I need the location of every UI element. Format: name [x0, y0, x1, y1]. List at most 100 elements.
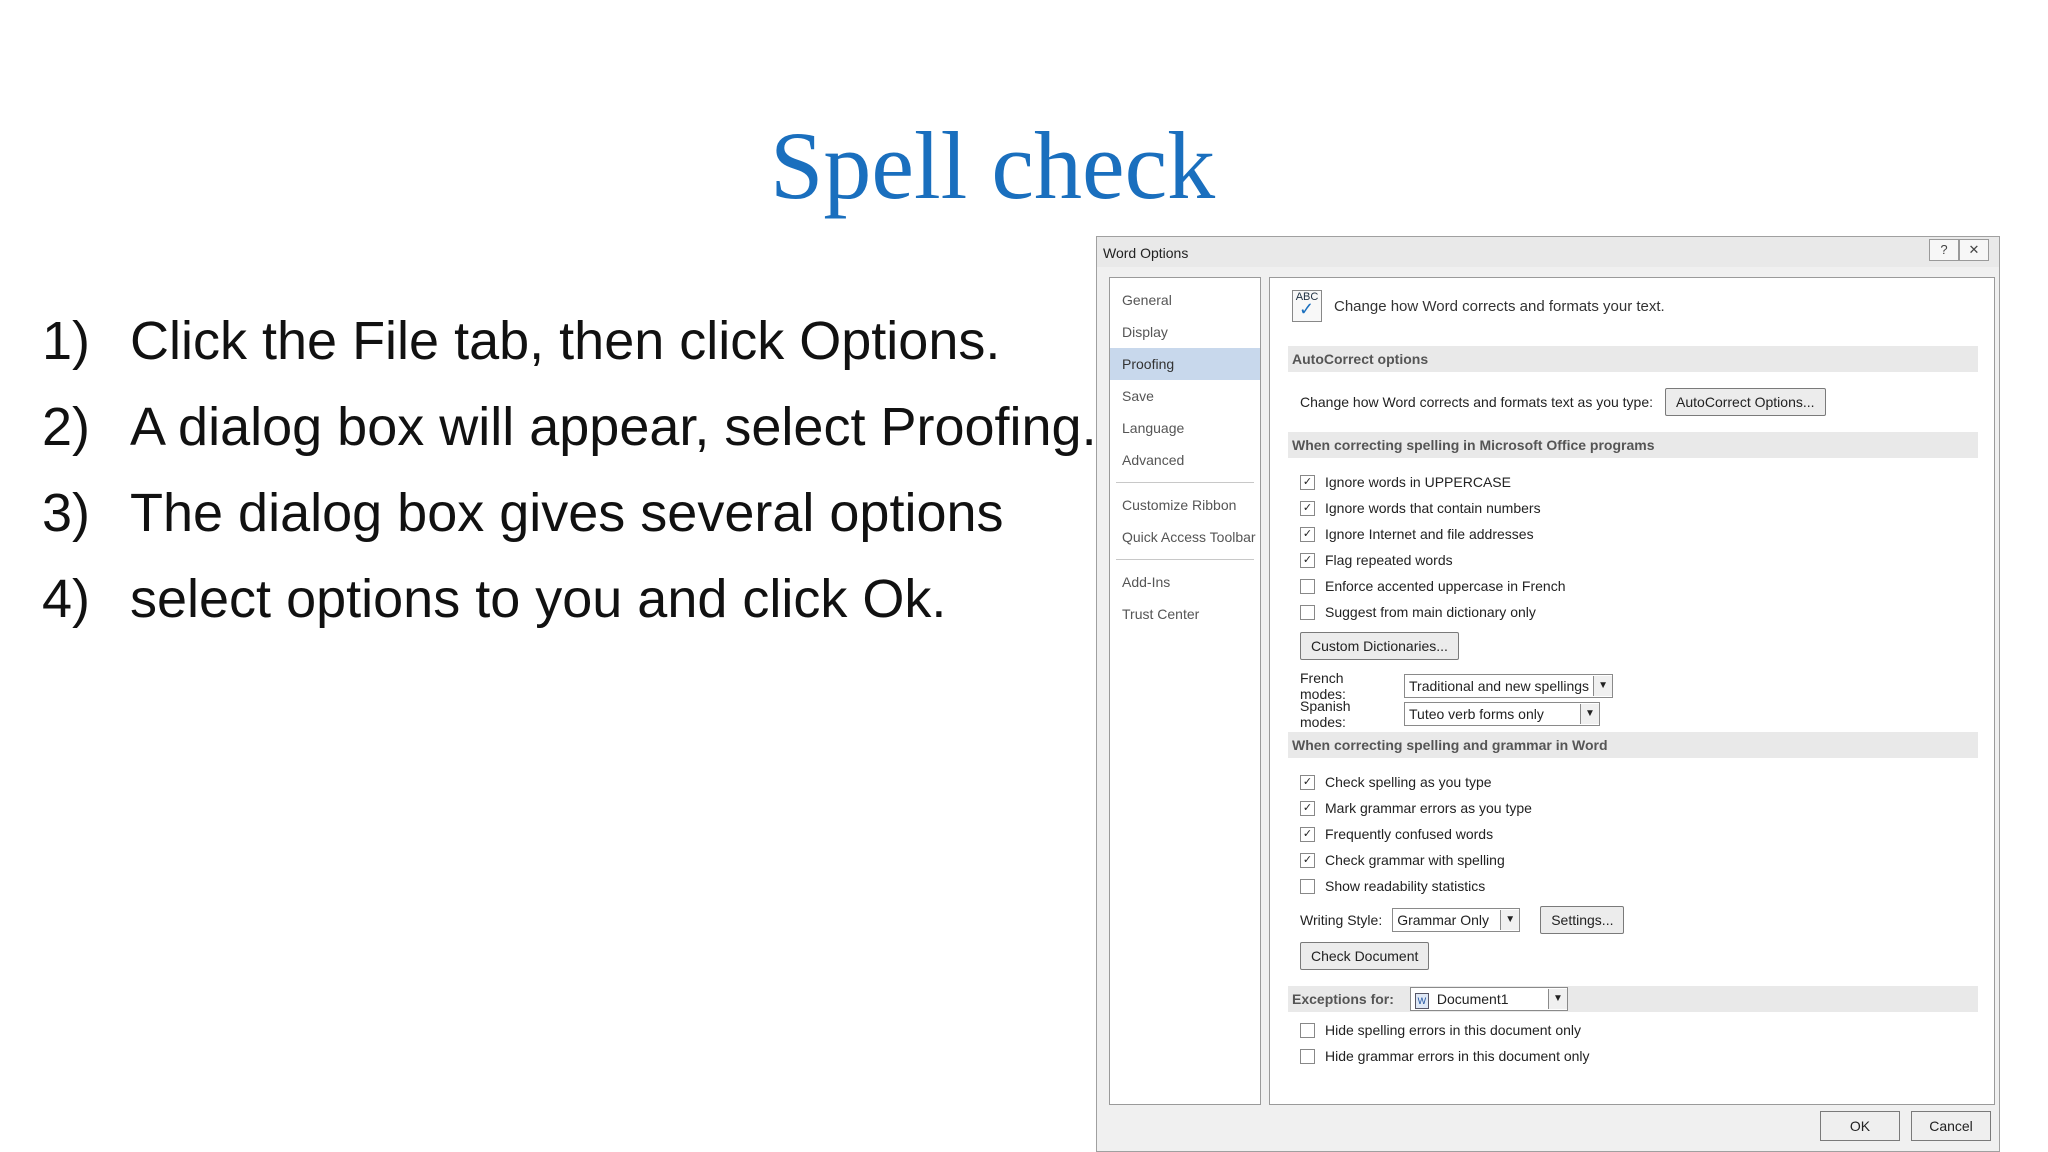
checkbox[interactable]: [1300, 1022, 1315, 1038]
nav-item-add-ins[interactable]: Add-Ins: [1110, 566, 1260, 598]
step-number: 2): [42, 397, 91, 457]
option-label: Hide grammar errors in this document onl…: [1325, 1048, 1590, 1064]
panel-header-text: Change how Word corrects and formats you…: [1334, 297, 1665, 315]
nav-item-customize-ribbon[interactable]: Customize Ribbon: [1110, 489, 1260, 521]
checkbox[interactable]: ✓: [1300, 500, 1315, 516]
option-flag-repeated[interactable]: ✓ Flag repeated words: [1300, 552, 1453, 568]
option-ignore-uppercase[interactable]: ✓ Ignore words in UPPERCASE: [1300, 474, 1511, 490]
chevron-down-icon[interactable]: ▼: [1500, 910, 1520, 930]
exceptions-value: Document1: [1436, 991, 1509, 1007]
step-text: select options to you and click Ok.: [130, 569, 947, 629]
checkbox[interactable]: [1300, 1048, 1315, 1064]
option-confused-words[interactable]: ✓ Frequently confused words: [1300, 826, 1493, 842]
section-exceptions: Exceptions for: W Document1 ▼: [1288, 986, 1978, 1012]
exceptions-label: Exceptions for:: [1292, 991, 1394, 1007]
dialog-titlebar: Word Options ? ✕: [1097, 237, 1999, 267]
word-options-dialog: Word Options ? ✕ General Display Proofin…: [1096, 236, 2000, 1152]
dialog-title: Word Options: [1103, 245, 1189, 261]
option-label: Flag repeated words: [1325, 552, 1453, 568]
option-ignore-numbers[interactable]: ✓ Ignore words that contain numbers: [1300, 500, 1541, 516]
step-number: 1): [42, 311, 91, 371]
checkbox[interactable]: [1300, 604, 1315, 620]
word-document-icon: W: [1414, 993, 1429, 1009]
nav-item-save[interactable]: Save: [1110, 380, 1260, 412]
step-number: 4): [42, 569, 91, 629]
chevron-down-icon[interactable]: ▼: [1580, 704, 1599, 724]
option-mark-grammar[interactable]: ✓ Mark grammar errors as you type: [1300, 800, 1532, 816]
french-modes-value: Traditional and new spellings: [1409, 678, 1590, 694]
option-hide-spelling[interactable]: Hide spelling errors in this document on…: [1300, 1022, 1581, 1038]
checkbox[interactable]: ✓: [1300, 552, 1315, 568]
option-label: Hide spelling errors in this document on…: [1325, 1022, 1582, 1038]
writing-style-select[interactable]: Grammar Only ▼: [1392, 908, 1521, 932]
writing-style-label: Writing Style:: [1300, 912, 1383, 928]
section-word-spelling: When correcting spelling and grammar in …: [1288, 732, 1978, 758]
settings-button[interactable]: Settings...: [1540, 906, 1625, 934]
checkbox[interactable]: ✓: [1300, 474, 1315, 490]
panel-header: ABC ✓ Change how Word corrects and format…: [1292, 290, 1665, 322]
spanish-modes-select[interactable]: Tuteo verb forms only ▼: [1404, 702, 1600, 726]
ok-button[interactable]: OK: [1820, 1111, 1900, 1141]
proofing-panel: ABC ✓ Change how Word corrects and format…: [1269, 277, 1995, 1105]
checkbox[interactable]: ✓: [1300, 526, 1315, 542]
nav-item-quick-access-toolbar[interactable]: Quick Access Toolbar: [1110, 521, 1260, 553]
option-label: Ignore words that contain numbers: [1325, 500, 1541, 516]
option-check-spelling[interactable]: ✓ Check spelling as you type: [1300, 774, 1492, 790]
checkbox[interactable]: [1300, 878, 1315, 894]
spanish-modes-row: Spanish modes: Tuteo verb forms only ▼: [1300, 698, 1600, 730]
nav-item-proofing[interactable]: Proofing: [1110, 348, 1260, 380]
writing-style-value: Grammar Only: [1397, 912, 1490, 928]
custom-dictionaries-row: Custom Dictionaries...: [1300, 632, 1459, 660]
option-label: Mark grammar errors as you type: [1325, 800, 1532, 816]
nav-item-display[interactable]: Display: [1110, 316, 1260, 348]
nav-divider: [1116, 482, 1254, 483]
step-item: 4) select options to you and click Ok.: [42, 556, 1097, 642]
option-check-grammar[interactable]: ✓ Check grammar with spelling: [1300, 852, 1505, 868]
autocorrect-label: Change how Word corrects and formats tex…: [1300, 394, 1654, 410]
checkbox[interactable]: ✓: [1300, 852, 1315, 868]
option-label: Enforce accented uppercase in French: [1325, 578, 1566, 594]
autocorrect-row: Change how Word corrects and formats tex…: [1300, 388, 1826, 416]
spanish-modes-value: Tuteo verb forms only: [1409, 706, 1544, 722]
close-button[interactable]: ✕: [1959, 239, 1989, 261]
chevron-down-icon[interactable]: ▼: [1593, 676, 1613, 696]
nav-item-general[interactable]: General: [1110, 284, 1260, 316]
check-document-button[interactable]: Check Document: [1300, 942, 1430, 970]
autocorrect-options-button[interactable]: AutoCorrect Options...: [1665, 388, 1826, 416]
option-enforce-french[interactable]: Enforce accented uppercase in French: [1300, 578, 1565, 594]
checkbox[interactable]: ✓: [1300, 826, 1315, 842]
option-label: Suggest from main dictionary only: [1325, 604, 1536, 620]
chevron-down-icon[interactable]: ▼: [1547, 989, 1567, 1009]
option-main-dictionary[interactable]: Suggest from main dictionary only: [1300, 604, 1536, 620]
step-item: 1) Click the File tab, then click Options…: [42, 298, 1097, 384]
options-nav: General Display Proofing Save Language A…: [1109, 277, 1261, 1105]
exceptions-select[interactable]: W Document1 ▼: [1409, 987, 1568, 1011]
spellcheck-icon: ABC ✓: [1292, 290, 1322, 322]
option-ignore-internet[interactable]: ✓ Ignore Internet and file addresses: [1300, 526, 1534, 542]
option-label: Ignore words in UPPERCASE: [1325, 474, 1511, 490]
spanish-modes-label: Spanish modes:: [1300, 698, 1351, 730]
checkbox[interactable]: ✓: [1300, 800, 1315, 816]
steps-list: 1) Click the File tab, then click Options…: [42, 298, 1097, 642]
writing-style-row: Writing Style: Grammar Only ▼ Settings...: [1300, 906, 1625, 934]
option-label: Check spelling as you type: [1325, 774, 1492, 790]
step-number: 3): [42, 483, 91, 543]
slide-title: Spell check: [770, 112, 1216, 219]
nav-item-language[interactable]: Language: [1110, 412, 1260, 444]
custom-dictionaries-button[interactable]: Custom Dictionaries...: [1300, 632, 1459, 660]
step-text: Click the File tab, then click Options.: [130, 311, 1001, 371]
checkbox[interactable]: ✓: [1300, 774, 1315, 790]
option-readability[interactable]: Show readability statistics: [1300, 878, 1485, 894]
option-label: Frequently confused words: [1325, 826, 1494, 842]
option-label: Check grammar with spelling: [1325, 852, 1505, 868]
help-button[interactable]: ?: [1929, 239, 1959, 261]
cancel-button[interactable]: Cancel: [1911, 1111, 1991, 1141]
nav-item-trust-center[interactable]: Trust Center: [1110, 598, 1260, 630]
step-item: 2) A dialog box will appear, select Proof…: [42, 384, 1097, 470]
nav-item-advanced[interactable]: Advanced: [1110, 444, 1260, 476]
french-modes-select[interactable]: Traditional and new spellings ▼: [1404, 674, 1614, 698]
section-autocorrect: AutoCorrect options: [1288, 346, 1978, 372]
option-label: Ignore Internet and file addresses: [1325, 526, 1534, 542]
checkbox[interactable]: [1300, 578, 1315, 594]
option-hide-grammar[interactable]: Hide grammar errors in this document onl…: [1300, 1048, 1590, 1064]
